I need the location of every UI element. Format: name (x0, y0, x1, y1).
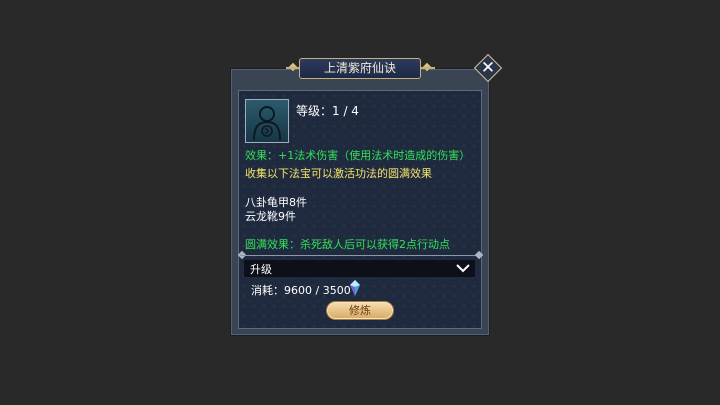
cultivate-button[interactable]: 修炼 (326, 301, 394, 320)
game-screen: 上清紫府仙诀 ✕ 等级：1 / 4 效果：+1法术伤害（使用法术时造成的伤害） … (0, 0, 720, 405)
divider (240, 255, 480, 256)
effect-text: 效果：+1法术伤害（使用法术时造成的伤害） (245, 149, 471, 162)
silhouette-portrait-icon (245, 99, 289, 143)
cost-text: 消耗：9600 / 3500 (251, 284, 351, 297)
gem-icon (350, 280, 360, 296)
skill-level: 等级：1 / 4 (296, 104, 359, 118)
required-item: 云龙靴9件 (245, 210, 296, 223)
title-wing-left (286, 67, 300, 69)
dropdown-selected-label: 升级 (250, 263, 272, 276)
chevron-down-icon (456, 264, 470, 273)
collect-hint-text: 收集以下法宝可以激活功法的圆满效果 (245, 167, 432, 180)
dialog-title: 上清紫府仙诀 (299, 58, 421, 79)
complete-effect-text: 圆满效果：杀死敌人后可以获得2点行动点 (245, 238, 450, 251)
title-wing-right (421, 67, 435, 69)
upgrade-dropdown[interactable]: 升级 (244, 260, 475, 277)
